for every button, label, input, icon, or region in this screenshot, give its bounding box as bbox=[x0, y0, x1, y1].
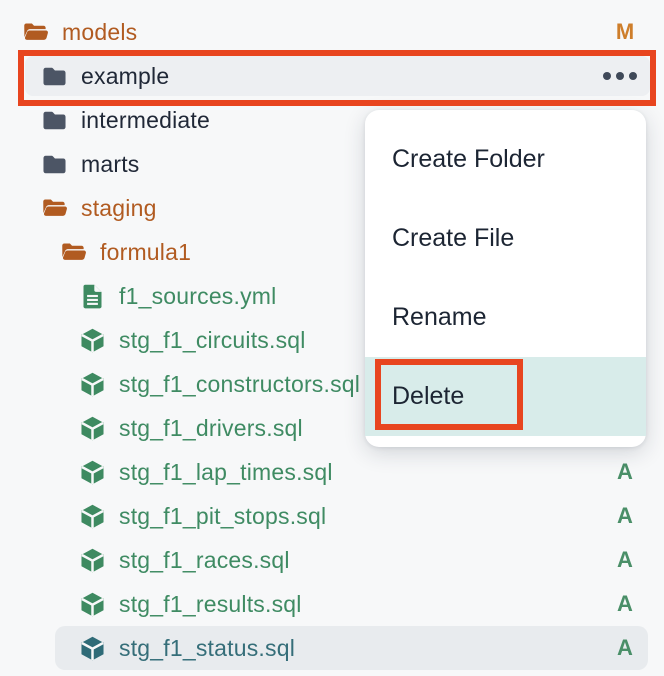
tree-row[interactable]: stg_f1_pit_stops.sql A bbox=[0, 494, 664, 538]
git-status-badge: M bbox=[611, 19, 639, 45]
git-status-badge: A bbox=[611, 547, 639, 573]
tree-item-label: intermediate bbox=[81, 107, 210, 134]
tree-row[interactable]: stg_f1_status.sql A bbox=[0, 626, 664, 670]
tree-item-label: models bbox=[62, 19, 137, 46]
git-status-badge: A bbox=[611, 503, 639, 529]
menu-item-label: Create Folder bbox=[392, 145, 545, 174]
tree-row[interactable]: stg_f1_lap_times.sql A bbox=[0, 450, 664, 494]
context-menu: Create Folder Create File Rename Delete bbox=[365, 110, 646, 447]
cube-icon bbox=[79, 371, 106, 398]
tree-item-label: stg_f1_circuits.sql bbox=[119, 327, 306, 354]
tree-row[interactable]: example bbox=[0, 54, 664, 98]
tree-row[interactable]: stg_f1_results.sql A bbox=[0, 582, 664, 626]
cube-icon bbox=[79, 635, 106, 662]
folder-closed-icon bbox=[41, 107, 68, 134]
cube-icon bbox=[79, 591, 106, 618]
menu-item-label: Rename bbox=[392, 303, 487, 332]
folder-open-icon bbox=[41, 195, 68, 222]
tree-row[interactable]: models M bbox=[0, 10, 664, 54]
menu-item-delete[interactable]: Delete bbox=[365, 357, 646, 436]
cube-icon bbox=[79, 415, 106, 442]
menu-item-rename[interactable]: Rename bbox=[365, 278, 646, 357]
menu-item-label: Create File bbox=[392, 224, 514, 253]
tree-item-label: example bbox=[81, 63, 169, 90]
menu-item-label: Delete bbox=[392, 382, 464, 411]
tree-row[interactable]: stg_f1_races.sql A bbox=[0, 538, 664, 582]
folder-open-icon bbox=[22, 19, 49, 46]
file-tree-panel: models Mexample intermediate marts staging fo… bbox=[0, 0, 664, 676]
file-doc-icon bbox=[79, 283, 106, 310]
menu-item-create-file[interactable]: Create File bbox=[365, 199, 646, 278]
tree-item-label: marts bbox=[81, 151, 140, 178]
folder-open-icon bbox=[60, 239, 87, 266]
tree-item-label: stg_f1_pit_stops.sql bbox=[119, 503, 326, 530]
menu-item-create-folder[interactable]: Create Folder bbox=[365, 120, 646, 199]
tree-item-label: stg_f1_results.sql bbox=[119, 591, 302, 618]
cube-icon bbox=[79, 547, 106, 574]
folder-closed-icon bbox=[41, 151, 68, 178]
git-status-badge: A bbox=[611, 635, 639, 661]
tree-item-label: staging bbox=[81, 195, 157, 222]
tree-item-label: stg_f1_lap_times.sql bbox=[119, 459, 333, 486]
tree-item-label: formula1 bbox=[100, 239, 191, 266]
tree-item-label: stg_f1_constructors.sql bbox=[119, 371, 360, 398]
cube-icon bbox=[79, 327, 106, 354]
tree-item-label: stg_f1_drivers.sql bbox=[119, 415, 303, 442]
cube-icon bbox=[79, 503, 106, 530]
tree-item-label: stg_f1_races.sql bbox=[119, 547, 290, 574]
tree-item-label: f1_sources.yml bbox=[119, 283, 276, 310]
tree-item-label: stg_f1_status.sql bbox=[119, 635, 295, 662]
ellipsis-menu-icon[interactable] bbox=[603, 72, 637, 80]
git-status-badge: A bbox=[611, 459, 639, 485]
cube-icon bbox=[79, 459, 106, 486]
folder-closed-icon bbox=[41, 63, 68, 90]
git-status-badge: A bbox=[611, 591, 639, 617]
